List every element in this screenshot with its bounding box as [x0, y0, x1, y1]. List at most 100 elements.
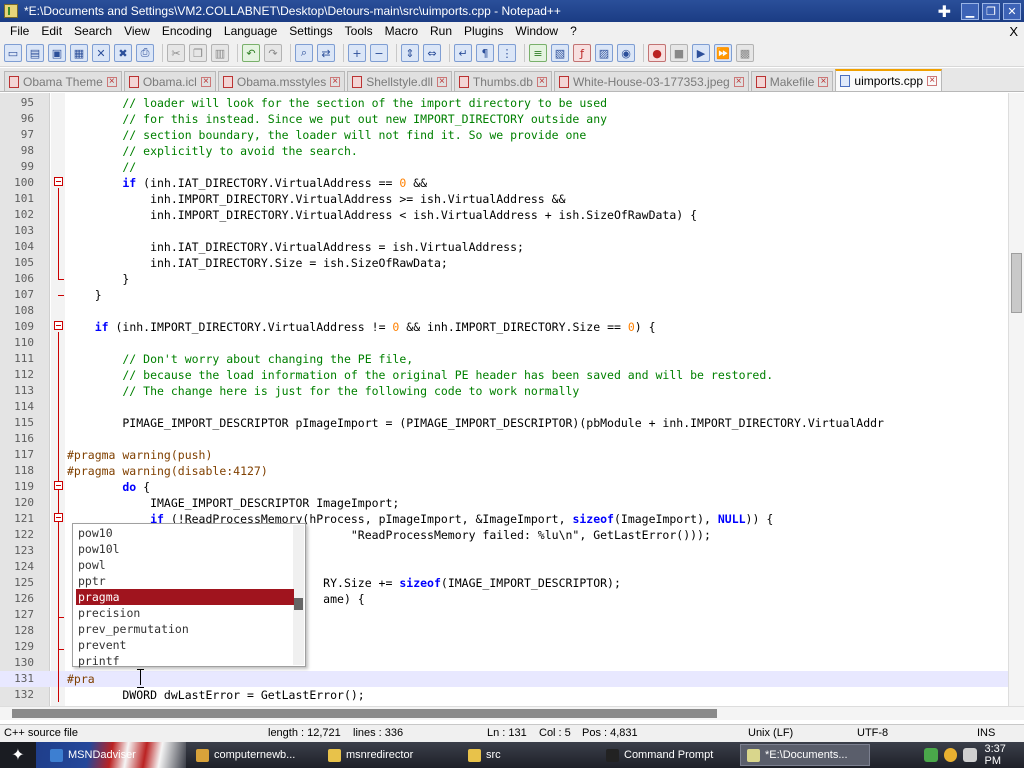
- code-line[interactable]: 113 // The change here is just for the f…: [0, 383, 1008, 399]
- code-line[interactable]: 101 inh.IMPORT_DIRECTORY.VirtualAddress …: [0, 191, 1008, 207]
- code-line[interactable]: 95 // loader will look for the section o…: [0, 95, 1008, 111]
- horizontal-scrollbar[interactable]: [0, 706, 1024, 720]
- maximize-button[interactable]: ❐: [982, 2, 1000, 20]
- code-line[interactable]: 96 // for this instead. Since we put out…: [0, 111, 1008, 127]
- autocomplete-item[interactable]: pptr: [76, 573, 294, 589]
- code-line[interactable]: 97 // section boundary, the loader will …: [0, 127, 1008, 143]
- taskbar-item[interactable]: src: [462, 744, 592, 766]
- autocomplete-item[interactable]: pow10: [76, 525, 294, 541]
- indent-guide-icon[interactable]: ⋮: [498, 44, 516, 62]
- status-eol[interactable]: Unix (LF): [748, 727, 793, 739]
- autocomplete-popup[interactable]: pow10 pow10l powl pptr pragma precision prev_p…: [72, 523, 306, 669]
- close-document-button[interactable]: X: [1009, 24, 1018, 39]
- menu-macro[interactable]: Macro: [379, 24, 424, 38]
- code-line[interactable]: 131 #pra: [0, 671, 1008, 687]
- tab-white-house-03-177353-jpeg[interactable]: White-House-03-177353.jpeg ×: [553, 71, 749, 91]
- fold-toggle-icon[interactable]: [54, 513, 63, 522]
- record-macro-icon[interactable]: ●: [648, 44, 666, 62]
- autocomplete-scrollbar[interactable]: [293, 525, 304, 665]
- menu-plugins[interactable]: Plugins: [458, 24, 509, 38]
- replace-icon[interactable]: ⇄: [317, 44, 335, 62]
- save-icon[interactable]: ▣: [48, 44, 66, 62]
- monitor-icon[interactable]: ◉: [617, 44, 635, 62]
- tab-close-icon[interactable]: ×: [927, 76, 938, 86]
- tab-close-icon[interactable]: ×: [536, 76, 547, 87]
- vertical-scroll-thumb[interactable]: [1011, 253, 1022, 313]
- network-icon[interactable]: [924, 748, 938, 762]
- menu-run[interactable]: Run: [424, 24, 458, 38]
- tab-obama-msstyles[interactable]: Obama.msstyles ×: [217, 71, 346, 91]
- code-line[interactable]: 108: [0, 303, 1008, 319]
- autocomplete-item[interactable]: printf: [76, 653, 294, 669]
- menu-tools[interactable]: Tools: [339, 24, 379, 38]
- tab-close-icon[interactable]: ×: [818, 76, 829, 87]
- code-line[interactable]: 115 PIMAGE_IMPORT_DESCRIPTOR pImageImpor…: [0, 415, 1008, 431]
- open-file-icon[interactable]: ▤: [26, 44, 44, 62]
- autocomplete-item[interactable]: pow10l: [76, 541, 294, 557]
- tab-close-icon[interactable]: ×: [200, 76, 211, 87]
- redo-icon[interactable]: ↷: [264, 44, 282, 62]
- tab-obama-icl[interactable]: Obama.icl ×: [123, 71, 216, 91]
- code-line[interactable]: 98 // explicitly to avoid the search.: [0, 143, 1008, 159]
- autocomplete-item[interactable]: pragma: [76, 589, 294, 605]
- menu-file[interactable]: File: [4, 24, 35, 38]
- menu-language[interactable]: Language: [218, 24, 283, 38]
- code-line[interactable]: 111 // Don't worry about changing the PE…: [0, 351, 1008, 367]
- tab-close-icon[interactable]: ×: [436, 76, 447, 87]
- undo-icon[interactable]: ↶: [242, 44, 260, 62]
- cut-icon[interactable]: ✂: [167, 44, 185, 62]
- tab-uimports-cpp[interactable]: uimports.cpp ×: [835, 69, 943, 91]
- wrap-icon[interactable]: ↵: [454, 44, 472, 62]
- menu-help[interactable]: ?: [564, 24, 583, 38]
- code-line[interactable]: 107 }: [0, 287, 1008, 303]
- autocomplete-item[interactable]: prevent: [76, 637, 294, 653]
- taskbar-item[interactable]: Command Prompt: [600, 744, 734, 766]
- tab-close-icon[interactable]: ×: [733, 76, 744, 87]
- autocomplete-scroll-thumb[interactable]: [294, 598, 303, 610]
- zoom-in-icon[interactable]: +: [348, 44, 366, 62]
- close-window-button[interactable]: ✕: [1003, 2, 1021, 20]
- run-macro-icon[interactable]: ⏩: [714, 44, 732, 62]
- code-line[interactable]: 117 #pragma warning(push): [0, 447, 1008, 463]
- fold-toggle-icon[interactable]: [54, 177, 63, 186]
- taskbar-item[interactable]: msnredirector: [322, 744, 454, 766]
- autocomplete-item[interactable]: precision: [76, 605, 294, 621]
- tab-close-icon[interactable]: ×: [330, 76, 341, 87]
- stop-record-icon[interactable]: ■: [670, 44, 688, 62]
- udl-icon[interactable]: ≡: [529, 44, 547, 62]
- tab-obama-theme[interactable]: Obama Theme ×: [4, 71, 122, 91]
- autocomplete-item[interactable]: powl: [76, 557, 294, 573]
- autocomplete-item[interactable]: prev_permutation: [76, 621, 294, 637]
- menu-window[interactable]: Window: [509, 24, 564, 38]
- paste-icon[interactable]: ▥: [211, 44, 229, 62]
- code-line[interactable]: 102 inh.IMPORT_DIRECTORY.VirtualAddress …: [0, 207, 1008, 223]
- code-line[interactable]: 132 DWORD dwLastError = GetLastError();: [0, 687, 1008, 703]
- code-line[interactable]: 109 if (inh.IMPORT_DIRECTORY.VirtualAddr…: [0, 319, 1008, 335]
- close-all-icon[interactable]: ✖: [114, 44, 132, 62]
- save-all-icon[interactable]: ▦: [70, 44, 88, 62]
- fold-toggle-icon[interactable]: [54, 481, 63, 490]
- doc-map-icon[interactable]: ▧: [551, 44, 569, 62]
- volume-icon[interactable]: [963, 748, 977, 762]
- folder-workspace-icon[interactable]: ▨: [595, 44, 613, 62]
- menu-view[interactable]: View: [118, 24, 156, 38]
- code-line[interactable]: 110: [0, 335, 1008, 351]
- fold-toggle-icon[interactable]: [54, 321, 63, 330]
- zoom-out-icon[interactable]: −: [370, 44, 388, 62]
- tab-thumbs-db[interactable]: Thumbs.db ×: [453, 71, 552, 91]
- taskbar-item[interactable]: *E:\Documents...: [740, 744, 870, 766]
- status-encoding[interactable]: UTF-8: [857, 727, 888, 739]
- copy-icon[interactable]: ❐: [189, 44, 207, 62]
- play-macro-icon[interactable]: ▶: [692, 44, 710, 62]
- code-line[interactable]: 116: [0, 431, 1008, 447]
- function-list-icon[interactable]: ƒ: [573, 44, 591, 62]
- taskbar-item[interactable]: MSNDadviser: [44, 744, 174, 766]
- horizontal-scroll-thumb[interactable]: [12, 709, 717, 718]
- taskbar-item[interactable]: computernewb...: [190, 744, 316, 766]
- new-file-icon[interactable]: ▭: [4, 44, 22, 62]
- close-icon[interactable]: ✕: [92, 44, 110, 62]
- sync-v-icon[interactable]: ⇕: [401, 44, 419, 62]
- code-line[interactable]: 112 // because the load information of t…: [0, 367, 1008, 383]
- vertical-scrollbar[interactable]: [1008, 93, 1024, 706]
- minimize-button[interactable]: ▁: [961, 2, 979, 20]
